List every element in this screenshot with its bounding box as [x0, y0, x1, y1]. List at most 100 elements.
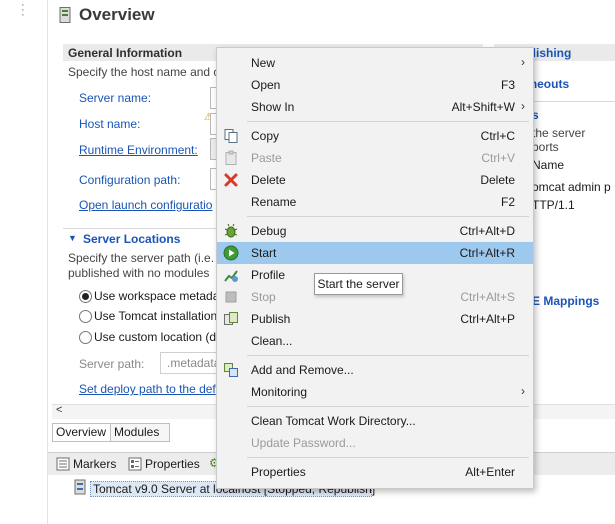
- tab-overview[interactable]: Overview: [52, 423, 112, 442]
- runtime-environment-link[interactable]: Runtime Environment:: [79, 143, 198, 157]
- server-locations-desc-1: Specify the server path (i.e. c: [68, 251, 224, 265]
- menu-item-copy[interactable]: Copy Ctrl+C: [217, 125, 533, 147]
- menu-item-label: Start: [251, 246, 277, 260]
- menu-item-debug[interactable]: Debug Ctrl+Alt+D: [217, 220, 533, 242]
- menu-item-label: Show In: [251, 100, 295, 114]
- menu-item-accel: Ctrl+Alt+D: [459, 224, 515, 238]
- menu-item-label: Delete: [251, 173, 286, 187]
- tab-properties[interactable]: Properties: [145, 457, 200, 471]
- ports-desc: the server ports: [532, 126, 586, 154]
- radio-workspace-label: Use workspace metada: [94, 289, 220, 303]
- menu-separator: [247, 121, 529, 122]
- profile-icon: [224, 270, 238, 282]
- general-info-title: General Information: [68, 46, 183, 60]
- tab-markers[interactable]: Markers: [73, 457, 116, 471]
- tab-modules[interactable]: Modules: [110, 423, 170, 442]
- add-remove-icon: [224, 363, 238, 377]
- menu-item-open[interactable]: Open F3: [217, 74, 533, 96]
- menu-item-label: Publish: [251, 312, 291, 326]
- page-title: Overview: [79, 5, 155, 24]
- menu-item-accel: F2: [500, 195, 515, 209]
- menu-item-label: Paste: [251, 151, 282, 165]
- submenu-arrow-icon: ›: [521, 55, 525, 69]
- server-path-label: Server path:: [79, 357, 145, 371]
- markers-icon: [56, 457, 70, 471]
- copy-icon: [224, 129, 238, 143]
- menu-item-label: Stop: [251, 290, 276, 304]
- menu-item-label: New: [251, 56, 276, 70]
- start-tooltip: Start the server: [314, 273, 403, 295]
- menu-item-label: Rename: [251, 195, 297, 209]
- tomcat-server-icon: [74, 479, 86, 495]
- menu-item-accel: Ctrl+V: [481, 151, 515, 165]
- ports-row[interactable]: omcat admin p: [532, 180, 611, 194]
- menu-item-monitoring[interactable]: Monitoring ›: [217, 381, 533, 403]
- config-path-label: Configuration path:: [79, 173, 181, 187]
- open-launch-config-link[interactable]: Open launch configuratio: [79, 198, 212, 212]
- radio-tomcat-install-label: Use Tomcat installation: [94, 309, 218, 323]
- menu-item-label: Add and Remove...: [251, 363, 354, 377]
- submenu-arrow-icon: ›: [521, 99, 525, 113]
- properties-icon: [128, 457, 142, 471]
- paste-icon: [225, 150, 237, 165]
- menu-item-label: Update Password...: [251, 436, 356, 450]
- radio-tomcat-install[interactable]: [79, 310, 92, 323]
- menu-item-new[interactable]: New ›: [217, 52, 533, 74]
- left-gutter: · · ·: [0, 0, 48, 524]
- menu-item-accel: Alt+Enter: [465, 465, 515, 479]
- start-icon: [223, 245, 239, 261]
- menu-item-label: Open: [251, 78, 281, 92]
- server-icon: [59, 7, 71, 23]
- delete-icon: [224, 173, 238, 187]
- menu-item-paste[interactable]: Paste Ctrl+V: [217, 147, 533, 169]
- menu-item-label: Monitoring: [251, 385, 308, 399]
- radio-workspace[interactable]: [79, 290, 92, 303]
- host-name-label: Host name:: [79, 117, 141, 131]
- menu-item-label: Clean...: [251, 334, 293, 348]
- menu-item-accel: Ctrl+Alt+R: [459, 246, 515, 260]
- server-path-field[interactable]: .metadata: [160, 352, 221, 374]
- menu-item-accel: Ctrl+Alt+P: [460, 312, 515, 326]
- menu-item-label: Properties: [251, 465, 306, 479]
- stop-icon: [225, 291, 237, 303]
- menu-item-show-in[interactable]: Show In Alt+Shift+W ›: [217, 96, 533, 118]
- server-path-value: .metadata: [167, 356, 221, 370]
- set-deploy-path-link[interactable]: Set deploy path to the def: [79, 382, 216, 396]
- radio-custom-location[interactable]: [79, 331, 92, 344]
- menu-item-add-remove[interactable]: Add and Remove...: [217, 359, 533, 381]
- menu-item-clean[interactable]: Clean...: [217, 330, 533, 352]
- menu-item-label: Debug: [251, 224, 287, 238]
- menu-separator: [247, 406, 529, 407]
- menu-item-clean-work-dir[interactable]: Clean Tomcat Work Directory...: [217, 410, 533, 432]
- server-locations-title[interactable]: Server Locations: [83, 232, 180, 246]
- menu-item-publish[interactable]: Publish Ctrl+Alt+P: [217, 308, 533, 330]
- mime-mappings-title[interactable]: E Mappings: [532, 294, 599, 308]
- menu-item-accel: Ctrl+C: [480, 129, 515, 143]
- menu-item-start[interactable]: Start Ctrl+Alt+R: [217, 242, 533, 264]
- server-locations-desc-2: published with no modules: [68, 266, 210, 280]
- view-menu-icon[interactable]: · · ·: [21, 0, 25, 21]
- context-menu: New › Open F3 Show In Alt+Shift+W › Copy Ctrl…: [216, 47, 534, 489]
- ports-row[interactable]: TTP/1.1: [532, 198, 575, 212]
- menu-item-delete[interactable]: Delete Delete: [217, 169, 533, 191]
- menu-item-label: Clean Tomcat Work Directory...: [251, 414, 416, 428]
- radio-custom-location-label: Use custom location (d: [94, 330, 217, 344]
- menu-separator: [247, 457, 529, 458]
- menu-item-rename[interactable]: Rename F2: [217, 191, 533, 213]
- menu-item-update-password[interactable]: Update Password...: [217, 432, 533, 454]
- menu-item-label: Copy: [251, 129, 280, 143]
- submenu-arrow-icon: ›: [521, 384, 525, 398]
- debug-icon: [224, 223, 238, 238]
- menu-item-properties[interactable]: Properties Alt+Enter: [217, 461, 533, 483]
- menu-item-label: Profile: [251, 268, 286, 282]
- menu-separator: [247, 216, 529, 217]
- scroll-left-icon[interactable]: <: [56, 404, 62, 416]
- menu-item-accel: F3: [500, 78, 515, 92]
- ports-name-column[interactable]: Name: [532, 158, 564, 172]
- publish-icon: [224, 312, 238, 325]
- menu-item-accel: Alt+Shift+W: [451, 100, 515, 114]
- menu-item-accel: Ctrl+Alt+S: [460, 290, 515, 304]
- menu-separator: [247, 355, 529, 356]
- general-info-desc: Specify the host name and c: [68, 65, 220, 79]
- chevron-down-icon[interactable]: ▼: [68, 233, 77, 243]
